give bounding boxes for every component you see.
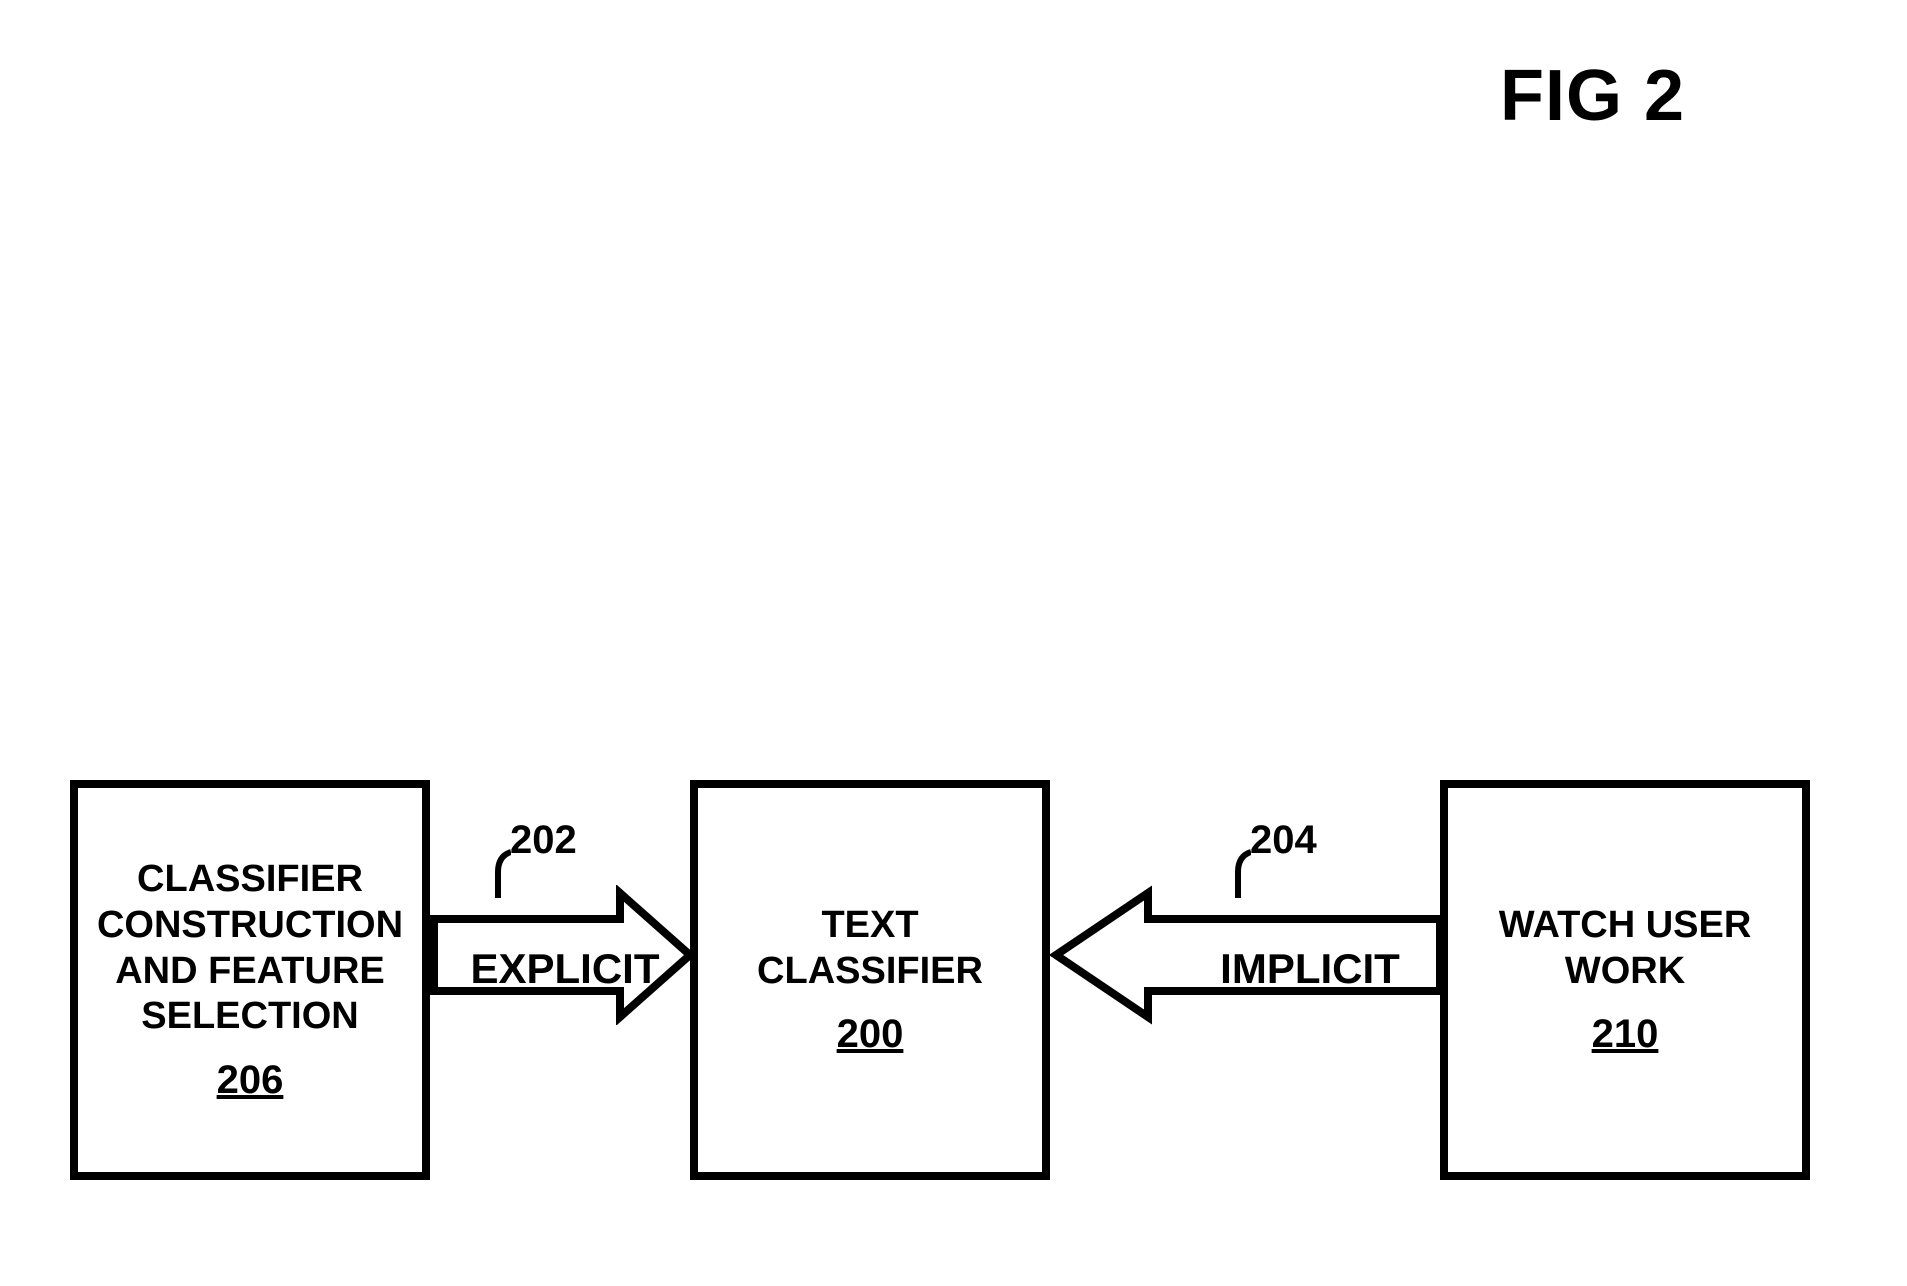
box-text-classifier: TEXT CLASSIFIER 200 [690,780,1050,1180]
box-watch-user-work: WATCH USER WORK 210 [1440,780,1810,1180]
box-classifier-construction: CLASSIFIER CONSTRUCTION AND FEATURE SELE… [70,780,430,1180]
arrow-implicit-tick [1225,846,1251,898]
box-200-ref: 200 [837,1012,904,1057]
box-206-title: CLASSIFIER CONSTRUCTION AND FEATURE SELE… [96,857,404,1039]
diagram-stage: CLASSIFIER CONSTRUCTION AND FEATURE SELE… [70,750,1830,1230]
box-210-title: WATCH USER WORK [1466,903,1784,994]
arrow-explicit-ref: 202 [510,818,577,863]
box-200-title: TEXT CLASSIFIER [716,903,1024,994]
arrow-explicit-tick [485,846,511,898]
arrow-implicit-label: IMPLICIT [1180,945,1440,993]
arrow-explicit-label: EXPLICIT [435,945,695,993]
arrow-implicit-ref: 204 [1250,818,1317,863]
figure-title: FIG 2 [1500,55,1760,137]
box-206-ref: 206 [217,1058,284,1103]
box-210-ref: 210 [1592,1012,1659,1057]
